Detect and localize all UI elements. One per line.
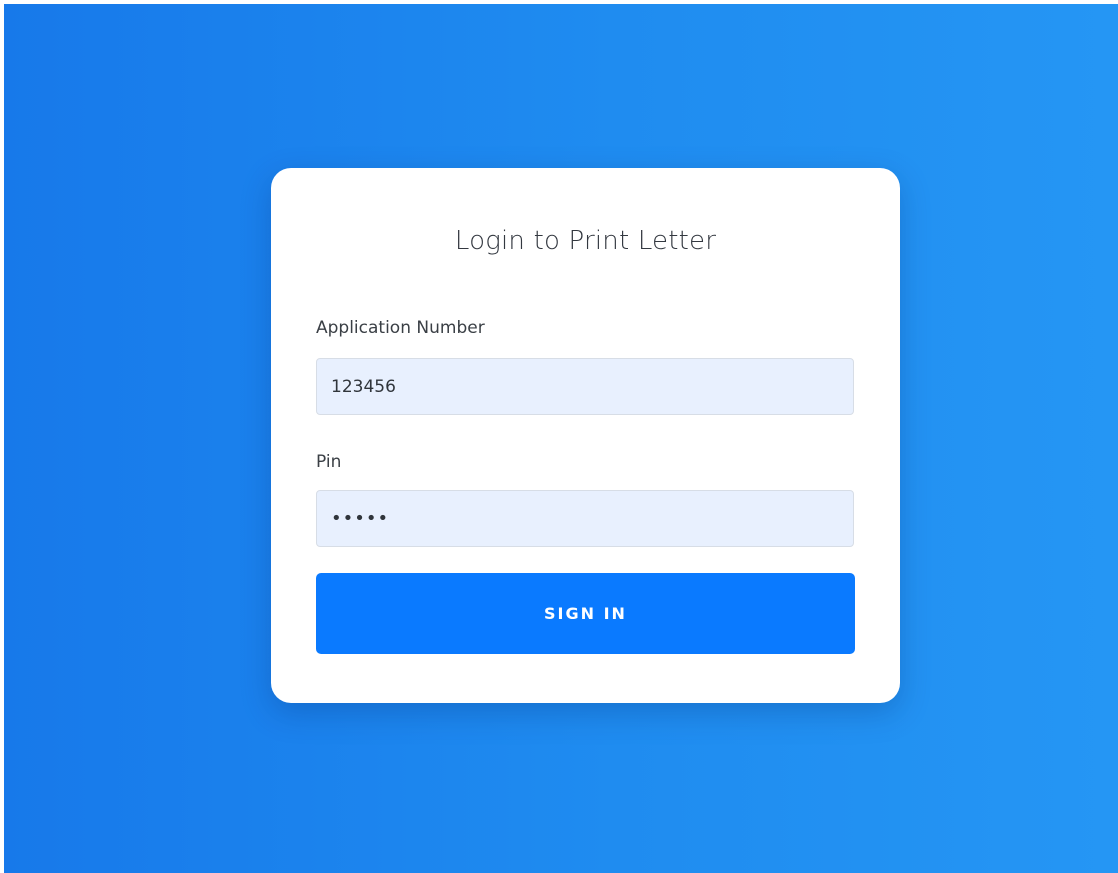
application-number-input[interactable]	[316, 358, 854, 415]
pin-label: Pin	[316, 452, 342, 472]
pin-input[interactable]	[316, 490, 854, 547]
application-number-label: Application Number	[316, 318, 485, 338]
login-title: Login to Print Letter	[454, 226, 717, 256]
login-card: Login to Print Letter Application Number…	[271, 168, 900, 703]
sign-in-button[interactable]: SIGN IN	[316, 573, 855, 654]
